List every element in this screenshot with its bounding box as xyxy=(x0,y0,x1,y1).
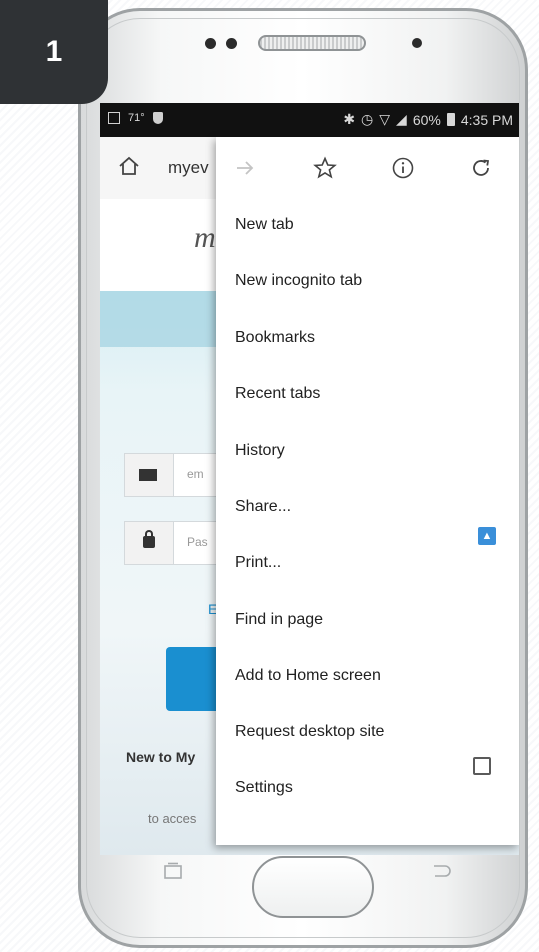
menu-item-share[interactable]: Share... xyxy=(235,487,291,527)
lock-icon xyxy=(143,530,155,548)
front-camera-icon xyxy=(412,38,422,48)
site-logo: m xyxy=(194,221,216,254)
refresh-icon[interactable] xyxy=(466,153,496,183)
home-key-button[interactable] xyxy=(252,856,374,918)
status-bar: 71° ✱ ◷ ▽ ◢ 60% 4:35 PM xyxy=(100,103,519,137)
menu-item-find-in-page[interactable]: Find in page xyxy=(235,600,323,640)
signup-heading: New to My xyxy=(126,749,196,765)
step-badge: 1 xyxy=(0,0,108,104)
gallery-icon xyxy=(108,112,120,124)
signal-icon: ◢ xyxy=(396,111,407,127)
email-placeholder: em xyxy=(187,467,204,481)
password-placeholder: Pas xyxy=(187,535,208,549)
recent-apps-key-icon[interactable] xyxy=(162,862,184,880)
menu-item-settings[interactable]: Settings xyxy=(235,768,293,808)
phone-screen: 71° ✱ ◷ ▽ ◢ 60% 4:35 PM myev m em Pas E … xyxy=(100,103,519,855)
menu-item-bookmarks[interactable]: Bookmarks xyxy=(235,318,315,358)
menu-item-history[interactable]: History xyxy=(235,431,285,471)
status-time: 4:35 PM xyxy=(460,111,513,128)
signup-subtext: to acces xyxy=(148,811,197,826)
sensor-dot-icon xyxy=(226,38,237,49)
wifi-icon: ▽ xyxy=(379,111,391,127)
forward-icon[interactable] xyxy=(230,153,260,183)
status-temperature: 71° xyxy=(128,112,145,124)
earpiece-speaker xyxy=(258,35,366,51)
menu-icon-row xyxy=(216,137,519,199)
menu-item-new-tab[interactable]: New tab xyxy=(235,205,294,245)
menu-item-recent-tabs[interactable]: Recent tabs xyxy=(235,374,320,414)
shield-icon xyxy=(152,112,163,124)
step-number: 1 xyxy=(45,35,63,68)
bluetooth-icon: ✱ xyxy=(343,111,356,127)
url-bar[interactable]: myev xyxy=(168,158,209,178)
chrome-overflow-menu: New tab New incognito tab Bookmarks Rece… xyxy=(216,137,519,845)
menu-item-add-to-home-screen[interactable]: Add to Home screen xyxy=(235,656,381,696)
info-icon[interactable] xyxy=(388,153,418,183)
share-app-icon[interactable]: ▲ xyxy=(478,527,496,545)
menu-item-request-desktop-site[interactable]: Request desktop site xyxy=(235,712,384,752)
menu-item-print[interactable]: Print... xyxy=(235,543,281,583)
home-icon[interactable] xyxy=(118,155,140,177)
back-key-icon[interactable] xyxy=(428,862,454,880)
envelope-icon xyxy=(139,469,157,481)
menu-item-new-incognito-tab[interactable]: New incognito tab xyxy=(235,261,362,301)
alarm-icon: ◷ xyxy=(361,111,374,127)
battery-icon xyxy=(446,113,455,126)
sensor-dot-icon xyxy=(205,38,216,49)
battery-percent: 60% xyxy=(412,111,441,128)
star-icon[interactable] xyxy=(310,153,340,183)
request-desktop-checkbox[interactable] xyxy=(473,757,491,775)
